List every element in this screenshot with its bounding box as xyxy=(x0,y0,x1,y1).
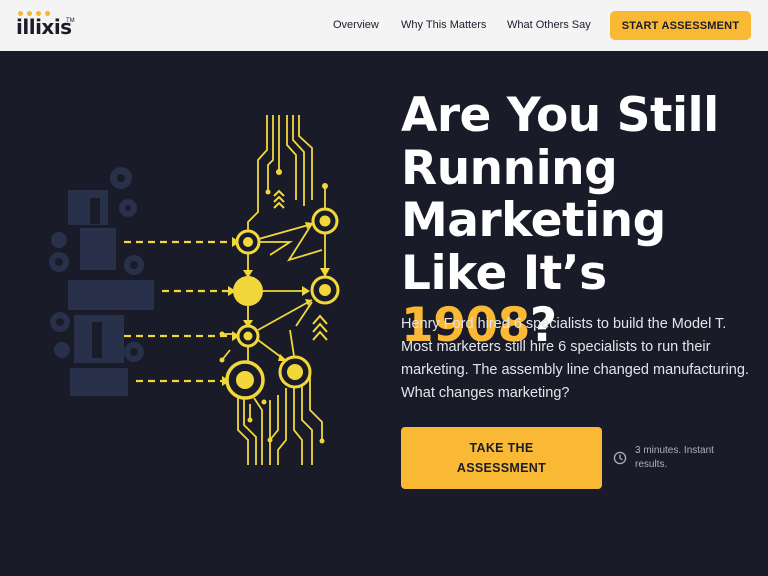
assembly-line-circuit-illustration xyxy=(49,115,340,465)
factory-silhouette xyxy=(68,190,154,396)
hero-title-line-3: Marketing xyxy=(401,193,666,248)
hero-title-line-2: Running xyxy=(401,140,618,196)
take-assessment-label: TAKE THE ASSESSMENT xyxy=(456,441,547,475)
hero-title-line-4: Like It’s xyxy=(401,245,607,301)
logo-text: illixis xyxy=(16,15,72,39)
assessment-duration-note: 3 minutes. Instant results. xyxy=(635,445,714,470)
circuit-nodes xyxy=(225,207,340,400)
take-assessment-button[interactable]: TAKE THE ASSESSMENT xyxy=(401,427,602,489)
brand-logo[interactable]: illixis TM xyxy=(16,11,78,41)
logo-trademark: TM xyxy=(66,18,75,24)
clock-icon xyxy=(613,451,627,465)
hero-title-line-1: Are You Still xyxy=(401,88,719,143)
start-assessment-button[interactable]: START ASSESSMENT xyxy=(610,11,751,40)
nav-why-this-matters[interactable]: Why This Matters xyxy=(401,18,486,32)
nav-overview[interactable]: Overview xyxy=(333,18,379,32)
nav-what-others-say[interactable]: What Others Say xyxy=(507,18,591,32)
site-header: illixis TM Overview Why This Matters Wha… xyxy=(0,0,768,51)
hero-description: Henry Ford hired 6 specialists to build … xyxy=(401,316,749,401)
